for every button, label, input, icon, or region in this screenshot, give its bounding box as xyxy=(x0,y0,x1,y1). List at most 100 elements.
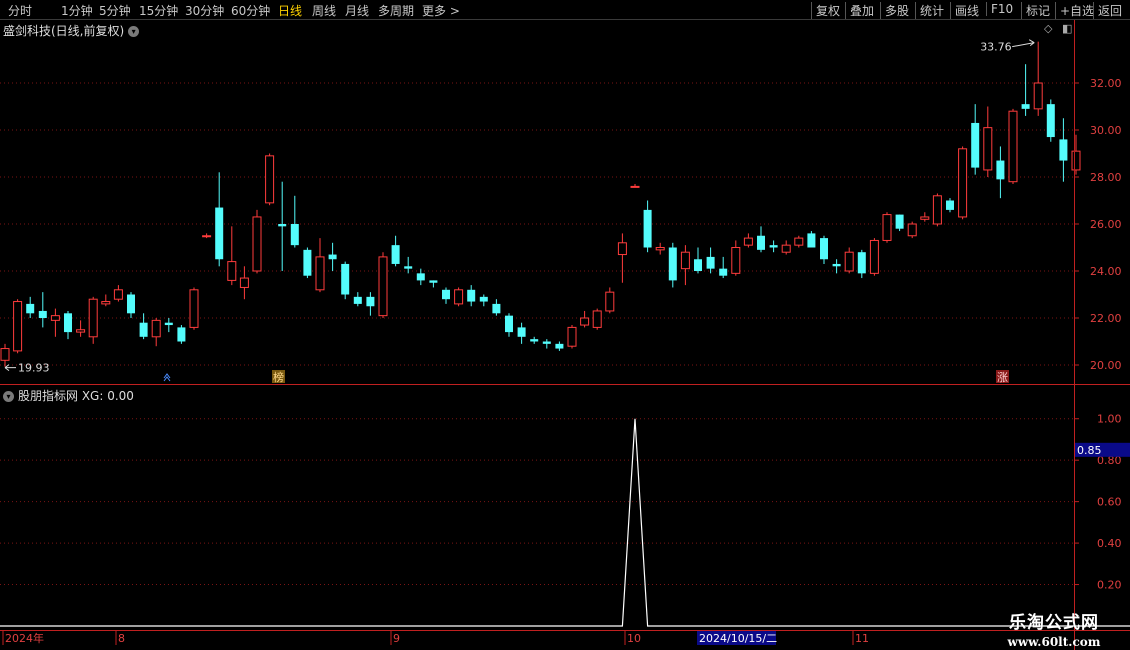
marker-zhang-label: 涨 xyxy=(997,371,1008,384)
candle-body-up xyxy=(113,289,123,300)
candle-body-down xyxy=(895,214,904,229)
candle-body-up xyxy=(1071,150,1081,171)
price-tick-label: 30.00 xyxy=(1090,124,1122,137)
candle-body-down xyxy=(492,303,501,314)
candle-body-down xyxy=(1021,104,1030,109)
candle-body-down xyxy=(946,200,954,210)
candle-body-up xyxy=(932,195,942,225)
event-marker-arrow-icon xyxy=(163,373,171,382)
candle-body-down xyxy=(391,245,400,264)
candle-body-up xyxy=(781,244,791,253)
candle-body-down xyxy=(530,339,539,342)
candle-body-up xyxy=(617,242,627,256)
indicator-tick-label: 1.00 xyxy=(1097,413,1122,426)
candle-body-up xyxy=(907,223,917,237)
candle-body-down xyxy=(139,322,148,337)
candle-body-down xyxy=(668,247,677,281)
candle-body-down xyxy=(303,249,312,276)
candle-body-up xyxy=(315,256,325,291)
candle-body-down xyxy=(719,268,728,276)
candle-body-down xyxy=(807,233,816,248)
low-price-label: 19.93 xyxy=(18,362,50,375)
candle-body-down xyxy=(416,273,425,281)
candle-body-up xyxy=(101,301,111,305)
marker-bang-label: 榜 xyxy=(273,370,284,384)
candle-body-down xyxy=(290,224,299,246)
candle-body-up xyxy=(844,251,854,272)
candle-body-down xyxy=(555,343,564,349)
candle-body-up xyxy=(239,277,249,288)
candle-body-up xyxy=(630,185,640,188)
candle-body-down xyxy=(467,289,476,302)
candle-body-up xyxy=(189,289,199,328)
candle-body-up xyxy=(882,214,892,241)
watermark: 乐淘公式网 www.60lt.com xyxy=(984,608,1124,649)
candle-body-up xyxy=(580,317,590,326)
candle-body-up xyxy=(920,216,930,220)
candle-body-down xyxy=(542,341,551,344)
cursor-value-label: 0.85 xyxy=(1077,444,1102,457)
candle-body-down xyxy=(366,296,375,307)
watermark-url: www.60lt.com xyxy=(1007,635,1101,649)
candle-body-down xyxy=(341,263,350,295)
indicator-line xyxy=(0,418,1130,627)
xg-indicator-line xyxy=(0,418,1130,627)
candle-body-up xyxy=(983,127,993,171)
candle-body-up xyxy=(227,261,237,281)
candle-body-up xyxy=(151,319,161,338)
candle-body-down xyxy=(38,310,47,318)
time-axis-label: 10 xyxy=(627,632,641,645)
candle-body-down xyxy=(26,303,35,314)
indicator-tick-label: 0.60 xyxy=(1097,496,1122,509)
candle-body-down xyxy=(694,259,702,271)
candle-body-up xyxy=(378,256,388,317)
candle-body-up xyxy=(252,216,262,272)
price-tick-label: 28.00 xyxy=(1090,171,1122,184)
indicator-tick-label: 0.20 xyxy=(1097,579,1122,592)
price-tick-label: 20.00 xyxy=(1090,359,1122,372)
candle-body-up xyxy=(605,291,615,312)
candle-body-down xyxy=(706,256,715,269)
candle-body-down xyxy=(328,254,337,260)
candle-body-down xyxy=(1046,104,1055,138)
indicator-tick-label: 0.40 xyxy=(1097,537,1122,550)
candle-body-down xyxy=(64,313,72,333)
candle-body-up xyxy=(50,315,60,321)
candle-body-up xyxy=(1008,110,1018,183)
price-tick-label: 24.00 xyxy=(1090,265,1122,278)
price-tick-label: 26.00 xyxy=(1090,218,1122,231)
candle-body-up xyxy=(202,235,212,238)
candle-body-down xyxy=(479,296,488,302)
candle-body-up xyxy=(1033,82,1043,110)
axes: 32.00 30.00 28.00 26.00 24.00 22.00 20.00 33.76… xyxy=(0,20,1130,650)
candle-body-up xyxy=(680,251,690,270)
candle-body-up xyxy=(0,348,10,361)
watermark-title: 乐淘公式网 xyxy=(1009,613,1099,633)
candle-body-down xyxy=(757,235,765,250)
price-tick-label: 32.00 xyxy=(1090,77,1122,90)
candle-body-up xyxy=(567,326,577,347)
time-axis-label: 2024年 xyxy=(5,631,44,645)
candle-body-down xyxy=(429,280,438,283)
candle-body-up xyxy=(655,247,665,251)
candle-body-up xyxy=(743,237,753,246)
candle-body-down xyxy=(643,209,652,248)
candle-body-down xyxy=(404,266,413,269)
candle-body-up xyxy=(731,247,741,274)
high-price-label: 33.76 xyxy=(980,41,1012,54)
kline-chart[interactable]: 32.00 30.00 28.00 26.00 24.00 22.00 20.00 33.76… xyxy=(0,0,1130,650)
candle-body-up xyxy=(592,310,602,328)
candle-body-down xyxy=(127,294,135,314)
candle-body-down xyxy=(971,122,980,168)
indicator-grid xyxy=(0,418,1074,586)
cursor-date-label: 2024/10/15/二 xyxy=(699,632,777,645)
candle-body-down xyxy=(769,245,778,248)
candle-body-up xyxy=(265,155,275,204)
candle-body-up xyxy=(88,298,98,338)
candle-body-down xyxy=(442,289,450,300)
candle-body-up xyxy=(454,289,464,305)
candle-body-down xyxy=(996,160,1005,180)
price-tick-label: 22.00 xyxy=(1090,312,1122,325)
candle-body-down xyxy=(177,327,186,342)
candle-body-down xyxy=(278,224,287,227)
